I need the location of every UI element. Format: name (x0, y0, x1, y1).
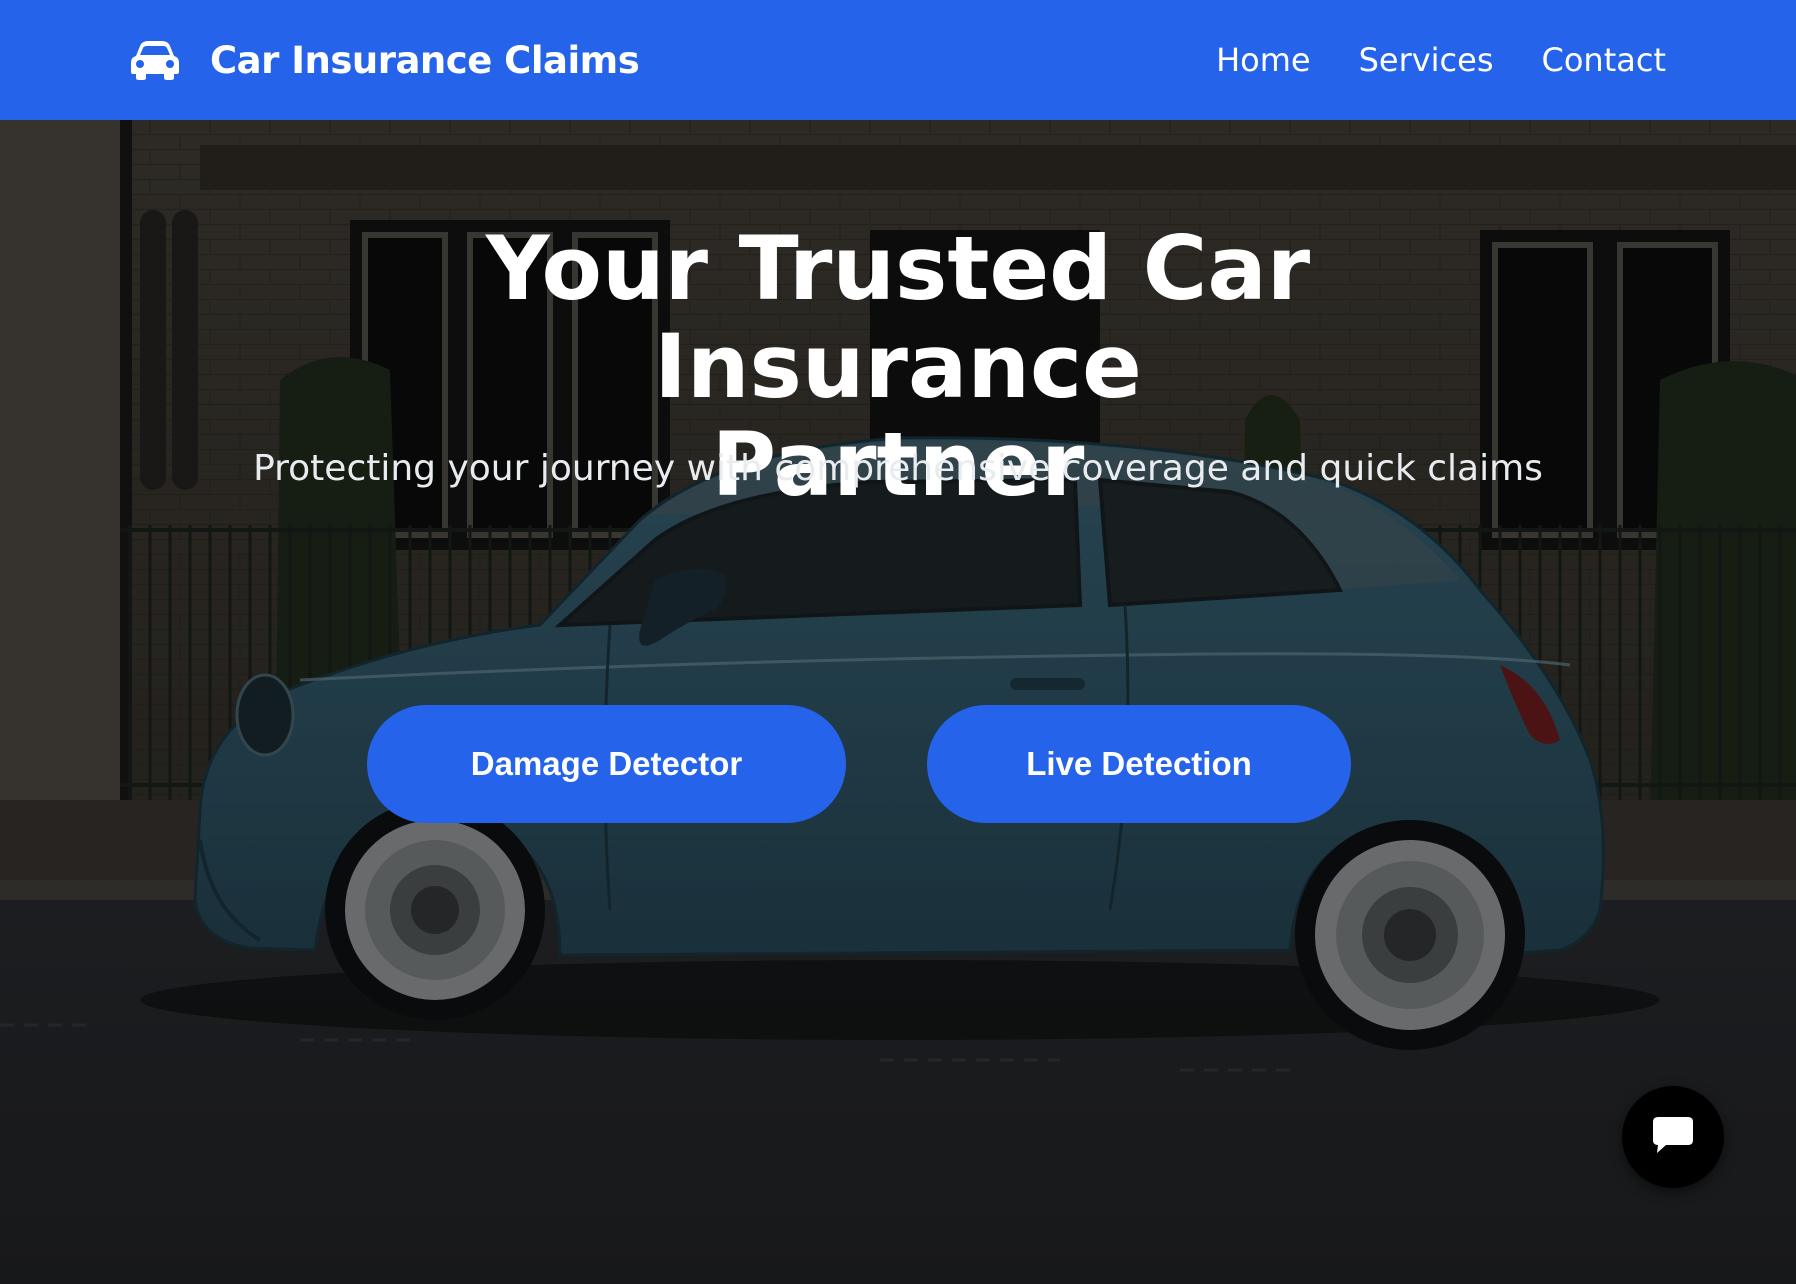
chat-bubble-icon (1650, 1114, 1696, 1160)
hero-subtitle: Protecting your journey with comprehensi… (253, 448, 1543, 489)
damage-detector-button[interactable]: Damage Detector (367, 705, 846, 823)
brand[interactable]: Car Insurance Claims (130, 0, 640, 120)
nav-link-contact[interactable]: Contact (1542, 41, 1667, 79)
car-icon (130, 40, 180, 80)
nav-link-services[interactable]: Services (1359, 41, 1494, 79)
nav-links: Home Services Contact (1216, 0, 1666, 120)
nav-link-home[interactable]: Home (1216, 41, 1311, 79)
page: Car Insurance Claims Home Services Conta… (0, 0, 1796, 1284)
hero-title-line1: Your Trusted Car Insurance (485, 217, 1311, 418)
live-detection-button[interactable]: Live Detection (927, 705, 1351, 823)
brand-name: Car Insurance Claims (210, 38, 640, 82)
chat-button[interactable] (1622, 1086, 1724, 1188)
navbar: Car Insurance Claims Home Services Conta… (0, 0, 1796, 120)
